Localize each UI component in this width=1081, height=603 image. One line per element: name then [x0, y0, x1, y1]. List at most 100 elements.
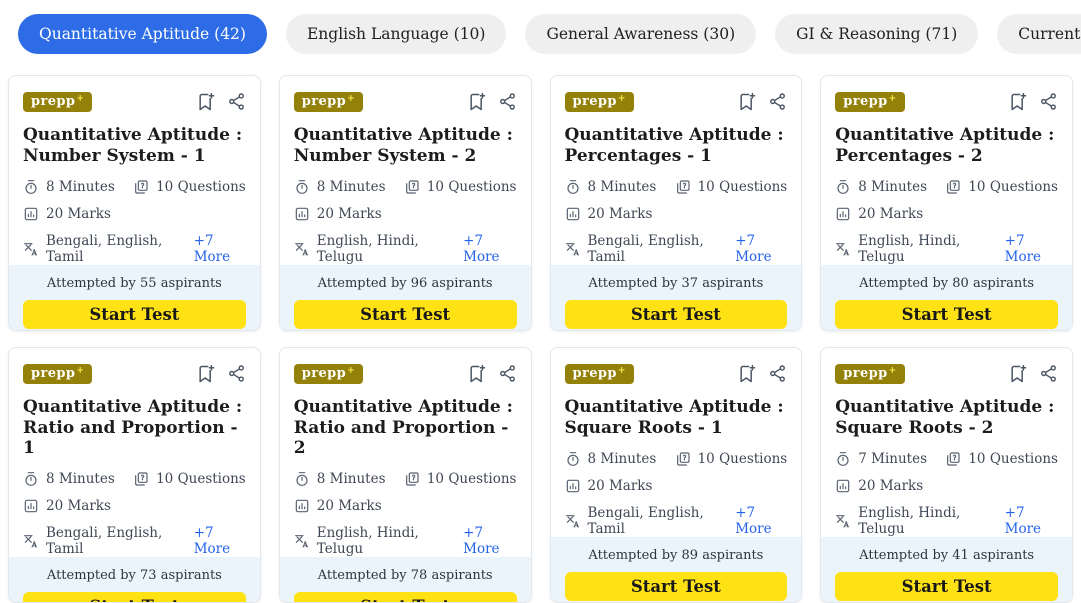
- svg-text:A: A: [302, 249, 309, 257]
- duration-item: 8 Minutes: [835, 179, 927, 195]
- bookmark-plus-icon[interactable]: [196, 364, 216, 384]
- question-card-icon: ?: [945, 451, 961, 467]
- share-icon[interactable]: [768, 364, 787, 384]
- more-languages-link[interactable]: +7 More: [463, 233, 516, 265]
- test-title: Quantitative Aptitude : Number System - …: [23, 125, 243, 166]
- svg-text:?: ?: [141, 183, 144, 190]
- svg-text:?: ?: [683, 183, 686, 190]
- share-icon[interactable]: [1039, 364, 1058, 384]
- tab-quantitative-aptitude[interactable]: Quantitative Aptitude (42): [18, 14, 267, 54]
- test-card-footer: Attempted by 55 aspirants Start Test: [9, 265, 260, 330]
- start-test-button[interactable]: Start Test: [835, 300, 1058, 329]
- prepp-logo: prepp +: [564, 364, 634, 384]
- share-icon[interactable]: [1039, 92, 1058, 112]
- share-icon[interactable]: [498, 92, 517, 112]
- questions-item: ? 10 Questions: [133, 471, 246, 487]
- attempted-count: Attempted by 89 aspirants: [588, 548, 764, 563]
- question-card-icon: ?: [404, 179, 420, 195]
- more-languages-link[interactable]: +7 More: [735, 505, 787, 537]
- test-card-body: prepp + Quantitative Aptitude : Ratio and…: [280, 348, 531, 557]
- translate-icon: A: [835, 241, 851, 257]
- questions-item: ? 10 Questions: [675, 451, 787, 467]
- questions-label: 10 Questions: [426, 179, 517, 195]
- test-card-footer: Attempted by 89 aspirants Start Test: [550, 537, 802, 602]
- bookmark-plus-icon[interactable]: [1008, 364, 1028, 384]
- test-title: Quantitative Aptitude : Square Roots - 1: [564, 397, 784, 438]
- start-test-button[interactable]: Start Test: [293, 592, 517, 602]
- svg-text:?: ?: [953, 455, 956, 462]
- marks-item: 20 Marks: [835, 478, 923, 494]
- tab-gi-reasoning[interactable]: GI & Reasoning (71): [775, 14, 979, 54]
- marks-item: 20 Marks: [294, 206, 382, 222]
- attempted-count: Attempted by 37 aspirants: [588, 276, 764, 291]
- test-title: Quantitative Aptitude : Percentages - 1: [564, 125, 784, 166]
- test-card-body: prepp + Quantitative Aptitude : Number Sy…: [280, 76, 531, 265]
- stopwatch-icon: [294, 471, 310, 487]
- prepp-logo-plus: +: [347, 366, 356, 376]
- more-languages-link[interactable]: +7 More: [194, 233, 246, 265]
- duration-item: 8 Minutes: [23, 471, 115, 487]
- share-icon[interactable]: [498, 364, 517, 384]
- test-card-body: prepp + Quantitative Aptitude : Number Sy…: [9, 76, 260, 265]
- prepp-logo-text: prepp: [843, 366, 888, 381]
- share-icon[interactable]: [227, 364, 246, 384]
- bookmark-plus-icon[interactable]: [737, 92, 757, 112]
- bookmark-plus-icon[interactable]: [467, 92, 487, 112]
- start-test-button[interactable]: Start Test: [23, 592, 246, 602]
- languages-label: Bengali, English, Tamil: [46, 233, 163, 265]
- bookmark-plus-icon[interactable]: [467, 364, 487, 384]
- start-test-button[interactable]: Start Test: [835, 572, 1058, 601]
- more-languages-link[interactable]: +7 More: [194, 525, 246, 557]
- test-meta: 7 Minutes ? 10 Questions 20 Marks A Engl…: [835, 451, 1058, 537]
- tab-general-awareness[interactable]: General Awareness (30): [525, 14, 757, 54]
- prepp-logo-text: prepp: [31, 366, 76, 381]
- more-languages-link[interactable]: +7 More: [735, 233, 787, 265]
- start-test-button[interactable]: Start Test: [564, 300, 788, 329]
- test-card-body: prepp + Quantitative Aptitude : Ratio and…: [9, 348, 260, 557]
- attempted-count: Attempted by 41 aspirants: [859, 548, 1035, 563]
- test-card-body: prepp + Quantitative Aptitude : Square Ro…: [551, 348, 802, 537]
- bookmark-plus-icon[interactable]: [737, 364, 757, 384]
- share-icon[interactable]: [768, 92, 787, 112]
- share-icon[interactable]: [227, 92, 246, 112]
- start-test-button[interactable]: Start Test: [293, 300, 517, 329]
- bookmark-plus-icon[interactable]: [196, 92, 216, 112]
- more-languages-link[interactable]: +7 More: [1005, 233, 1058, 265]
- prepp-logo: prepp +: [293, 92, 364, 112]
- test-card-body: prepp + Quantitative Aptitude : Square Ro…: [821, 348, 1072, 537]
- bar-chart-icon: [835, 206, 851, 222]
- marks-label: 20 Marks: [316, 206, 382, 222]
- test-card: prepp + Quantitative Aptitude : Ratio and…: [8, 347, 261, 603]
- attempted-count: Attempted by 80 aspirants: [859, 276, 1035, 291]
- tab-current-affairs[interactable]: Current Affairs (2024) (21): [997, 14, 1081, 54]
- stopwatch-icon: [23, 471, 39, 487]
- test-card: prepp + Quantitative Aptitude : Percentag…: [549, 75, 803, 331]
- tab-english-language[interactable]: English Language (10): [285, 14, 507, 54]
- start-test-button[interactable]: Start Test: [564, 572, 788, 601]
- marks-item: 20 Marks: [23, 498, 111, 514]
- test-card: prepp + Quantitative Aptitude : Number Sy…: [8, 75, 261, 331]
- marks-item: 20 Marks: [565, 478, 652, 494]
- marks-label: 20 Marks: [46, 206, 111, 222]
- languages-item: A English, Hindi, Telugu +7 More: [294, 525, 517, 557]
- test-card-footer: Attempted by 37 aspirants Start Test: [550, 265, 802, 330]
- duration-item: 7 Minutes: [835, 451, 927, 467]
- languages-item: A Bengali, English, Tamil +7 More: [565, 505, 788, 537]
- languages-label: Bengali, English, Tamil: [46, 525, 163, 558]
- question-card-icon: ?: [133, 471, 149, 487]
- prepp-logo-plus: +: [617, 366, 626, 376]
- more-languages-link[interactable]: +7 More: [463, 525, 516, 557]
- duration-label: 8 Minutes: [316, 179, 386, 195]
- test-card: prepp + Quantitative Aptitude : Percentag…: [820, 75, 1073, 331]
- question-card-icon: ?: [404, 471, 420, 487]
- test-meta: 8 Minutes ? 10 Questions 20 Marks: [23, 179, 246, 265]
- attempted-count: Attempted by 73 aspirants: [46, 568, 222, 584]
- start-test-button[interactable]: Start Test: [23, 300, 246, 329]
- svg-text:?: ?: [953, 183, 956, 190]
- svg-text:?: ?: [412, 183, 415, 190]
- more-languages-link[interactable]: +7 More: [1005, 505, 1058, 537]
- questions-label: 10 Questions: [156, 471, 246, 488]
- questions-label: 10 Questions: [156, 179, 246, 195]
- bookmark-plus-icon[interactable]: [1008, 92, 1028, 112]
- questions-item: ? 10 Questions: [133, 179, 246, 195]
